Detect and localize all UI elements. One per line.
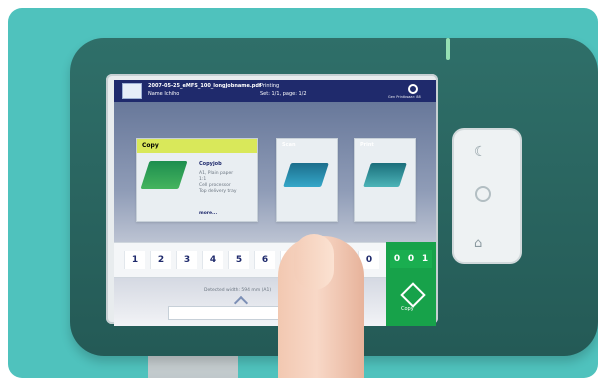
key-4[interactable]: 4 xyxy=(202,251,223,269)
copy-count-digit: 0 xyxy=(390,250,404,268)
copy-tile[interactable]: Copy Copyjob A1, Plain paper 1:1 Cell pr… xyxy=(136,138,258,222)
copy-panel: 0 0 1 Copy xyxy=(386,242,436,326)
copy-icon xyxy=(140,161,188,189)
status-light xyxy=(446,38,450,60)
settings-label: Gen Printbsaar: 88 xyxy=(388,95,421,99)
key-5[interactable]: 5 xyxy=(228,251,249,269)
job-status-detail: Set: 1/1, page: 1/2 xyxy=(260,91,307,97)
scene: 2007-05-25_eMFS_100_longjobname.pdf Name… xyxy=(8,8,598,378)
copy-detail-line: Top delivery tray xyxy=(199,189,237,194)
copy-button-label: Copy xyxy=(401,306,414,312)
job-owner: Name Ichiho xyxy=(148,91,180,97)
job-file-name: 2007-05-25_eMFS_100_longjobname.pdf xyxy=(148,83,262,89)
finger-tip xyxy=(294,234,334,290)
document-thumbnail xyxy=(122,83,142,99)
top-bar: 2007-05-25_eMFS_100_longjobname.pdf Name… xyxy=(114,80,436,102)
job-status: Printing xyxy=(260,83,280,89)
key-3[interactable]: 3 xyxy=(176,251,197,269)
copy-count-digit: 0 xyxy=(404,250,418,268)
sleep-icon[interactable]: ☾ xyxy=(474,144,490,160)
key-1[interactable]: 1 xyxy=(124,251,145,269)
power-icon[interactable] xyxy=(475,186,491,202)
copy-count-digit: 1 xyxy=(418,250,432,268)
settings-icon[interactable] xyxy=(408,84,418,94)
copy-job-title: Copyjob xyxy=(199,161,222,167)
key-2[interactable]: 2 xyxy=(150,251,171,269)
scanner-icon xyxy=(283,163,329,187)
copy-tile-label: Copy xyxy=(137,139,257,153)
detected-width: Detected width: 594 mm (A1) xyxy=(204,288,272,293)
print-tile-label: Print xyxy=(360,142,374,148)
print-tile[interactable]: Print xyxy=(354,138,416,222)
more-link[interactable]: more... xyxy=(199,211,217,216)
touchscreen: 2007-05-25_eMFS_100_longjobname.pdf Name… xyxy=(114,80,436,326)
scan-tile-label: Scan xyxy=(282,142,296,148)
home-icon[interactable]: ⌂ xyxy=(474,236,490,252)
copy-job-details: A1, Plain paper 1:1 Cell processor Top d… xyxy=(199,171,237,195)
printer-icon xyxy=(363,163,407,187)
copy-start-icon[interactable] xyxy=(400,282,426,308)
key-6[interactable]: 6 xyxy=(254,251,275,269)
scan-tile[interactable]: Scan xyxy=(276,138,338,222)
